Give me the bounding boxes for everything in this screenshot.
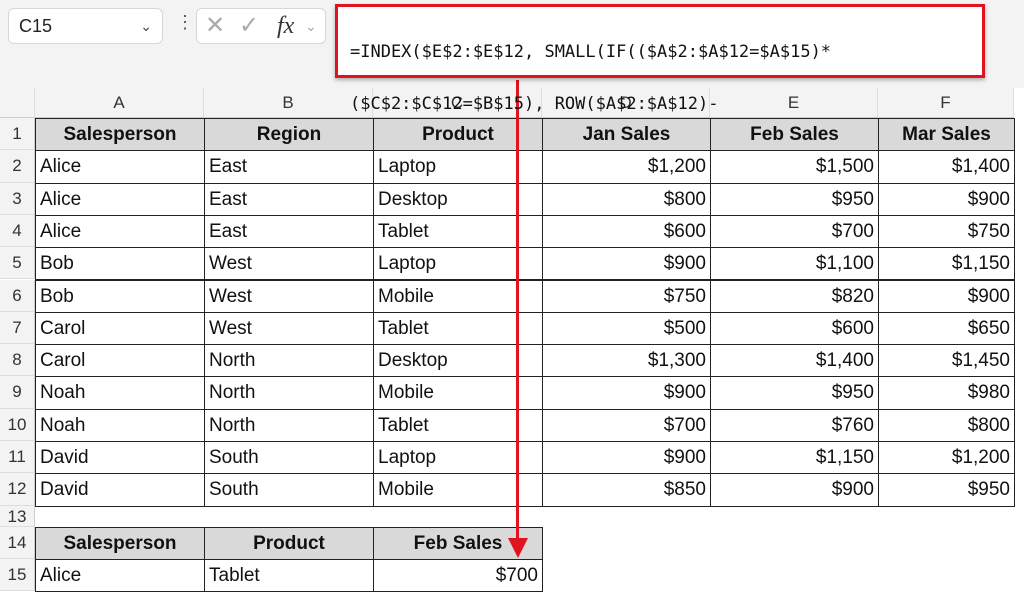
- table-cell[interactable]: $900: [878, 279, 1015, 313]
- table-cell[interactable]: David: [35, 441, 205, 475]
- row-header-12[interactable]: 12: [0, 473, 35, 506]
- header-cell[interactable]: Salesperson: [35, 118, 205, 152]
- formula-bar[interactable]: =INDEX($E$2:$E$12, SMALL(IF(($A$2:$A$12=…: [335, 4, 985, 114]
- table-cell[interactable]: $950: [878, 473, 1015, 507]
- table-cell[interactable]: Alice: [35, 182, 205, 216]
- table-cell[interactable]: $1,200: [878, 441, 1015, 475]
- table-cell[interactable]: $1,200: [542, 150, 711, 184]
- table-cell[interactable]: North: [204, 408, 374, 442]
- table-cell[interactable]: $600: [710, 311, 879, 346]
- more-icon[interactable]: ⋮: [176, 12, 194, 33]
- table-cell[interactable]: $1,400: [710, 344, 879, 378]
- table-cell[interactable]: North: [204, 376, 374, 410]
- formula-line: ($C$2:$C$12=$B$15), ROW($A$2:$A$12)-: [350, 94, 719, 114]
- row-header-13[interactable]: 13: [0, 505, 35, 527]
- table-cell[interactable]: West: [204, 279, 374, 313]
- table-cell[interactable]: $700: [710, 214, 879, 249]
- row-header-14[interactable]: 14: [0, 526, 35, 559]
- table-cell[interactable]: $820: [710, 279, 879, 313]
- table-cell[interactable]: South: [204, 473, 374, 507]
- table-cell[interactable]: $600: [542, 214, 711, 249]
- table-cell[interactable]: Noah: [35, 376, 205, 410]
- row-header-5[interactable]: 5: [0, 247, 35, 280]
- table-cell[interactable]: Carol: [35, 311, 205, 346]
- row-header-8[interactable]: 8: [0, 344, 35, 377]
- column-header-A[interactable]: A: [35, 88, 204, 118]
- row-header-1[interactable]: 1: [0, 118, 35, 151]
- table-cell[interactable]: West: [204, 247, 374, 281]
- name-box-value: C15: [19, 16, 53, 36]
- table-cell[interactable]: Alice: [35, 150, 205, 184]
- row-header-4[interactable]: 4: [0, 214, 35, 248]
- table-cell[interactable]: East: [204, 150, 374, 184]
- table-cell[interactable]: Alice: [35, 214, 205, 249]
- table-cell[interactable]: $1,450: [878, 344, 1015, 378]
- lookup-cell[interactable]: Alice: [35, 558, 205, 593]
- lookup-header-cell[interactable]: Product: [204, 526, 374, 560]
- row-header-2[interactable]: 2: [0, 150, 35, 183]
- table-cell[interactable]: $800: [542, 182, 711, 216]
- table-cell[interactable]: Bob: [35, 279, 205, 313]
- table-cell[interactable]: East: [204, 214, 374, 249]
- fx-icon[interactable]: fx: [277, 9, 294, 43]
- table-cell[interactable]: $500: [542, 311, 711, 346]
- table-cell[interactable]: $1,400: [878, 150, 1015, 184]
- table-cell[interactable]: $1,300: [542, 344, 711, 378]
- table-cell[interactable]: $750: [878, 214, 1015, 249]
- table-cell[interactable]: North: [204, 344, 374, 378]
- table-cell[interactable]: $1,500: [710, 150, 879, 184]
- row-header-15[interactable]: 15: [0, 558, 35, 592]
- enter-icon[interactable]: ✓: [239, 9, 259, 43]
- table-cell[interactable]: $900: [710, 473, 879, 507]
- lookup-cell[interactable]: $700: [373, 558, 543, 593]
- row-header-11[interactable]: 11: [0, 441, 35, 474]
- table-cell[interactable]: $700: [542, 408, 711, 442]
- chevron-down-icon[interactable]: ⌄: [305, 9, 317, 43]
- header-cell[interactable]: Region: [204, 118, 374, 152]
- table-cell[interactable]: $800: [878, 408, 1015, 442]
- formula-line: =INDEX($E$2:$E$12, SMALL(IF(($A$2:$A$12=…: [350, 42, 832, 62]
- lookup-header-cell[interactable]: Salesperson: [35, 526, 205, 560]
- name-box[interactable]: C15 ⌄: [8, 8, 163, 44]
- table-cell[interactable]: $1,150: [710, 441, 879, 475]
- table-cell[interactable]: David: [35, 473, 205, 507]
- table-cell[interactable]: $950: [710, 182, 879, 216]
- column-header-B[interactable]: B: [204, 88, 373, 118]
- row-header-7[interactable]: 7: [0, 311, 35, 345]
- table-cell[interactable]: Bob: [35, 247, 205, 281]
- chevron-down-icon[interactable]: ⌄: [140, 9, 152, 43]
- table-cell[interactable]: $950: [710, 376, 879, 410]
- table-cell[interactable]: Carol: [35, 344, 205, 378]
- table-cell[interactable]: $850: [542, 473, 711, 507]
- row-header-10[interactable]: 10: [0, 408, 35, 441]
- table-cell[interactable]: West: [204, 311, 374, 346]
- row-header-3[interactable]: 3: [0, 182, 35, 215]
- lookup-cell[interactable]: Tablet: [204, 558, 374, 593]
- row-header-9[interactable]: 9: [0, 376, 35, 409]
- select-all-corner[interactable]: [0, 88, 35, 118]
- table-cell[interactable]: $1,150: [878, 247, 1015, 281]
- table-cell[interactable]: $650: [878, 311, 1015, 346]
- row-header-6[interactable]: 6: [0, 279, 35, 312]
- table-cell[interactable]: $760: [710, 408, 879, 442]
- arrow-line: [516, 80, 519, 540]
- spreadsheet-grid[interactable]: A B C D E F 1 2 3 4 5 6 7 8 9 10 11 12 13 14 15 Salesperson Re…: [0, 88, 1024, 601]
- table-cell[interactable]: South: [204, 441, 374, 475]
- cancel-icon[interactable]: ✕: [205, 9, 225, 43]
- table-cell[interactable]: $750: [542, 279, 711, 313]
- table-cell[interactable]: $900: [542, 441, 711, 475]
- arrow-head-icon: [508, 538, 528, 558]
- table-cell[interactable]: $1,100: [710, 247, 879, 281]
- table-cell[interactable]: $900: [542, 376, 711, 410]
- formula-controls: ✕ ✓ fx ⌄: [196, 8, 326, 44]
- table-cell[interactable]: East: [204, 182, 374, 216]
- table-cell[interactable]: Noah: [35, 408, 205, 442]
- table-cell[interactable]: $980: [878, 376, 1015, 410]
- table-cell[interactable]: $900: [542, 247, 711, 281]
- table-cell[interactable]: $900: [878, 182, 1015, 216]
